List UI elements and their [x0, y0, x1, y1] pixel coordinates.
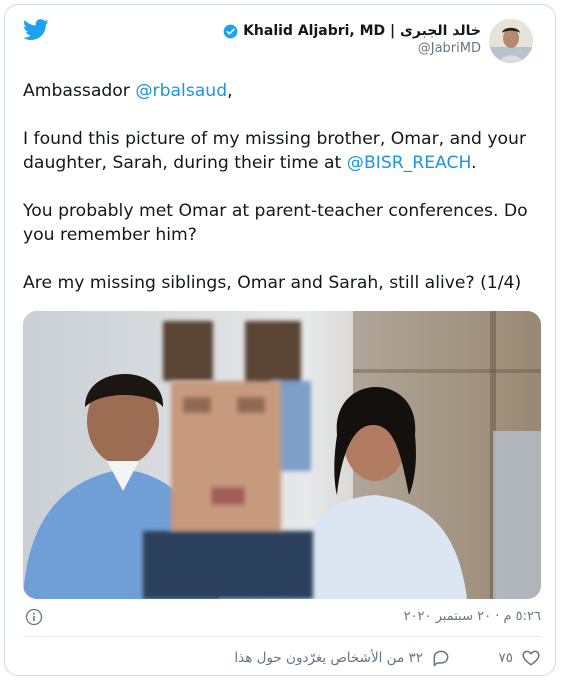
- text: .: [471, 153, 477, 173]
- twitter-bird-icon[interactable]: [23, 19, 49, 41]
- tweet-paragraph-2: I found this picture of my missing broth…: [23, 127, 543, 175]
- mention-link[interactable]: @rbalsaud: [135, 81, 227, 101]
- like-action[interactable]: ٧٥: [498, 648, 541, 668]
- tweet-card[interactable]: Khalid Aljabri, MD | خالد الجبرى @JabriM…: [4, 4, 556, 676]
- mention-link[interactable]: @BISR_REACH: [347, 153, 471, 173]
- tweet-paragraph-3: You probably met Omar at parent-teacher …: [23, 201, 528, 245]
- photo-image: [23, 311, 541, 599]
- tweet-paragraph-4: Are my missing siblings, Omar and Sarah,…: [23, 273, 522, 293]
- reply-label: ٣٢ من الأشخاص يغرّدون حول هذا: [234, 650, 423, 666]
- verified-badge-icon: [223, 24, 238, 38]
- tweet-header: Khalid Aljabri, MD | خالد الجبرى @JabriM…: [223, 19, 533, 69]
- avatar-image: [489, 19, 533, 63]
- info-icon[interactable]: [25, 608, 43, 626]
- avatar[interactable]: [489, 19, 533, 63]
- author-name[interactable]: Khalid Aljabri, MD | خالد الجبرى: [243, 23, 481, 39]
- like-count: ٧٥: [498, 650, 513, 666]
- tweet-paragraph-1: Ambassador @rbalsaud,: [23, 79, 543, 103]
- text: Ambassador: [23, 81, 136, 101]
- tweet-timestamp[interactable]: ٥:٢٦ م · ٢٠ سبتمبر ٢٠٢٠: [404, 609, 541, 624]
- tweet-photo[interactable]: [23, 311, 541, 599]
- author-identity[interactable]: Khalid Aljabri, MD | خالد الجبرى @JabriM…: [223, 19, 481, 56]
- tweet-actions: ٣٢ من الأشخاص يغرّدون حول هذا ٧٥: [23, 648, 541, 672]
- divider: [23, 636, 541, 637]
- text: ,: [227, 81, 233, 101]
- reply-action[interactable]: ٣٢ من الأشخاص يغرّدون حول هذا: [234, 648, 451, 668]
- heart-icon: [522, 650, 540, 666]
- tweet-meta: ٥:٢٦ م · ٢٠ سبتمبر ٢٠٢٠: [23, 607, 541, 629]
- author-handle[interactable]: @JabriMD: [223, 41, 481, 56]
- tweet-text: Ambassador @rbalsaud, I found this pictu…: [23, 79, 543, 319]
- speech-bubble-icon: [433, 650, 449, 667]
